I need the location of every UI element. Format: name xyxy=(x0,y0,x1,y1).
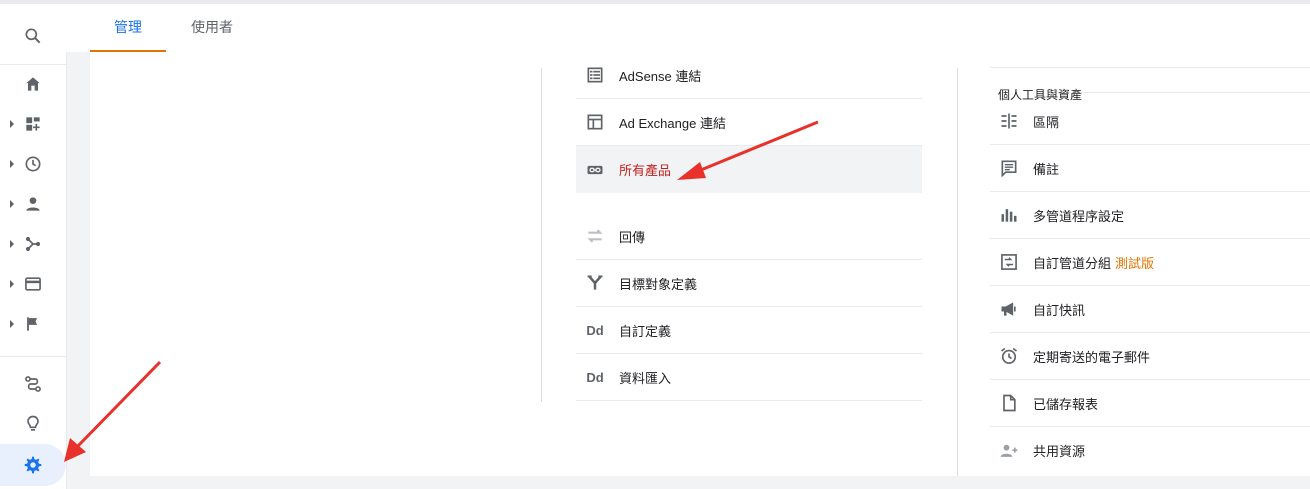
nav-realtime[interactable] xyxy=(0,146,66,182)
search-button[interactable] xyxy=(0,18,66,54)
segments-icon xyxy=(998,110,1020,132)
nav-conversions[interactable] xyxy=(0,306,66,342)
tab-users[interactable]: 使用者 xyxy=(174,4,250,52)
menu-item-label: 多管道程序設定 xyxy=(1033,208,1125,224)
menu-item-label: 目標對象定義 xyxy=(619,276,698,292)
comment-icon xyxy=(998,157,1020,179)
admin-tabs: 管理 使用者 xyxy=(66,4,1310,52)
menu-item-label: 定期寄送的電子郵件 xyxy=(1033,349,1151,365)
document-icon xyxy=(998,392,1020,414)
dashboard-icon xyxy=(26,117,40,131)
menu-item-label: AdSense 連結 xyxy=(619,68,702,84)
expand-caret-icon xyxy=(10,240,14,248)
clock-icon xyxy=(25,156,41,172)
beta-badge: 測試版 xyxy=(1115,255,1155,271)
nav-attribution[interactable] xyxy=(0,366,66,402)
column-divider xyxy=(957,68,958,476)
swap-icon xyxy=(584,225,606,247)
menu-item-label: 區隔 xyxy=(1033,114,1060,130)
acquisition-icon xyxy=(25,236,41,252)
menu-item-custom-alerts[interactable]: 自訂快訊 xyxy=(990,286,1310,333)
lightbulb-icon xyxy=(27,415,39,431)
menu-item-label: 所有產品 xyxy=(619,163,672,178)
menu-item-ad-exchange-links[interactable]: Ad Exchange 連結 xyxy=(576,99,922,146)
menu-item-label: 已儲存報表 xyxy=(1033,396,1099,412)
expand-caret-icon xyxy=(10,160,14,168)
menu-item-data-import[interactable]: Dd 資料匯入 xyxy=(576,354,922,401)
menu-item-custom-channel-grouping[interactable]: 自訂管道分組 測試版 xyxy=(990,239,1310,286)
menu-item-label: 回傳 xyxy=(619,229,646,245)
menu-item-label: 備註 xyxy=(1033,161,1060,177)
link-icon xyxy=(584,159,606,181)
nav-admin[interactable] xyxy=(0,447,66,483)
menu-item-custom-definitions[interactable]: Dd 自訂定義 xyxy=(576,307,922,354)
dd-icon: Dd xyxy=(586,322,604,338)
nav-acquisition[interactable] xyxy=(0,226,66,262)
tab-admin[interactable]: 管理 xyxy=(90,4,166,52)
layout-icon xyxy=(584,111,606,133)
menu-item-adsense-links[interactable]: AdSense 連結 xyxy=(576,52,922,99)
behavior-icon xyxy=(25,277,41,291)
home-icon xyxy=(26,77,40,91)
attribution-icon xyxy=(25,376,41,392)
menu-item-scheduled-emails[interactable]: 定期寄送的電子郵件 xyxy=(990,333,1310,380)
person-add-icon xyxy=(998,440,1020,462)
flag-icon xyxy=(27,317,38,331)
menu-item-audience-definitions[interactable]: 目標對象定義 xyxy=(576,260,922,307)
rail-separator xyxy=(0,356,66,357)
megaphone-icon xyxy=(998,298,1020,320)
menu-item-label: 資料匯入 xyxy=(619,370,672,386)
menu-item-label: 共用資源 xyxy=(1033,444,1086,459)
nav-audience[interactable] xyxy=(0,186,66,222)
nav-customization[interactable] xyxy=(0,106,66,142)
search-icon xyxy=(25,28,41,44)
alarm-icon xyxy=(998,345,1020,367)
left-nav-rail xyxy=(0,4,67,489)
admin-panel: AdSense 連結 Ad Exchange 連結 所有產品 回傳 目標對象定義… xyxy=(90,52,1310,476)
nav-home[interactable] xyxy=(0,66,66,102)
expand-caret-icon xyxy=(10,280,14,288)
menu-item-label: 自訂管道分組 測試版 xyxy=(1033,255,1155,271)
expand-caret-icon xyxy=(10,200,14,208)
section-title-line xyxy=(1080,92,1310,93)
menu-item-label: 自訂定義 xyxy=(619,323,672,339)
fork-icon xyxy=(584,272,606,294)
menu-item-share-assets[interactable]: 共用資源 xyxy=(990,427,1310,474)
section-top-line xyxy=(990,67,1310,68)
gear-icon xyxy=(24,456,42,474)
menu-item-multichannel-settings[interactable]: 多管道程序設定 xyxy=(990,192,1310,239)
menu-item-postbacks[interactable]: 回傳 xyxy=(576,213,922,260)
menu-item-label: Ad Exchange 連結 xyxy=(619,115,726,131)
list-icon xyxy=(584,64,606,86)
column-divider xyxy=(541,68,542,402)
expand-caret-icon xyxy=(10,320,14,328)
menu-item-saved-reports[interactable]: 已儲存報表 xyxy=(990,380,1310,427)
bar-chart-icon xyxy=(998,204,1020,226)
channel-group-icon xyxy=(998,251,1020,273)
person-icon xyxy=(26,197,40,211)
nav-behavior[interactable] xyxy=(0,266,66,302)
nav-discover[interactable] xyxy=(0,406,66,442)
dd-icon: Dd xyxy=(586,369,604,385)
menu-item-annotations[interactable]: 備註 xyxy=(990,145,1310,192)
menu-item-label: 自訂快訊 xyxy=(1033,302,1086,318)
menu-item-all-products[interactable]: 所有產品 xyxy=(576,146,922,193)
expand-caret-icon xyxy=(10,120,14,128)
rail-separator xyxy=(0,64,66,65)
menu-item-segments[interactable]: 區隔 xyxy=(990,98,1310,145)
